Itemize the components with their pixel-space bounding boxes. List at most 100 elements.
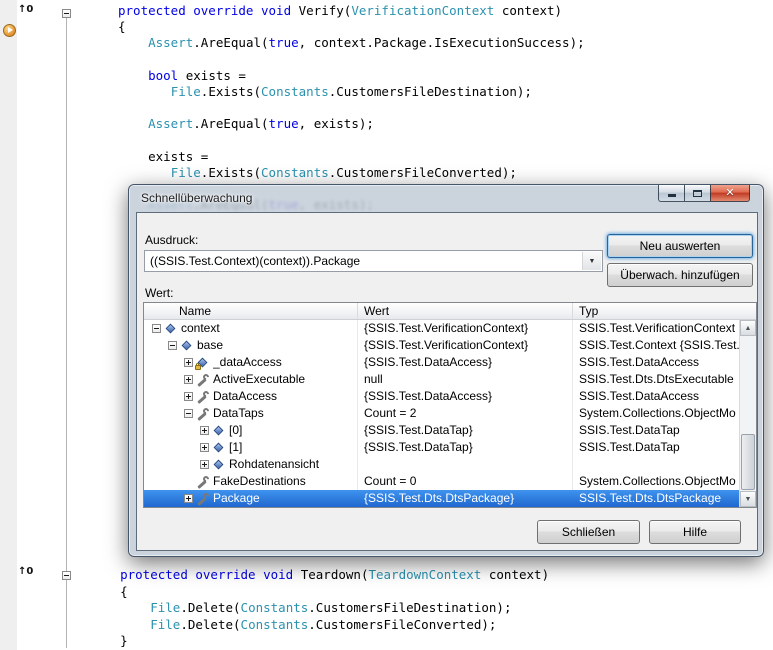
expander-icon[interactable] (200, 460, 209, 469)
minimize-button[interactable] (658, 185, 684, 202)
row-type: System.Collections.ObjectMo (579, 406, 736, 420)
row-name: base (197, 338, 224, 352)
dialog-client-area: Ausdruck: ((SSIS.Test.Context)(context))… (136, 212, 758, 551)
help-button[interactable]: Hilfe (649, 520, 741, 544)
code-line[interactable]: Assert.AreEqual(true, context.Package.Is… (118, 35, 585, 51)
row-type: SSIS.Test.Dts.DtsPackage (579, 491, 722, 505)
code-line[interactable] (118, 52, 585, 68)
scroll-up-button[interactable]: ▲ (740, 320, 756, 336)
code-line[interactable]: { (90, 584, 549, 601)
window-buttons: ✕ (658, 185, 750, 202)
row-value: Count = 0 (358, 473, 573, 490)
code-line[interactable]: protected override void Teardown(Teardow… (90, 567, 549, 584)
margin-badge: ↑0 (18, 566, 34, 577)
code-line[interactable]: { (118, 19, 585, 35)
breakpoint-icon[interactable] (3, 24, 16, 37)
expander-icon[interactable] (184, 494, 193, 503)
expander-icon[interactable] (184, 392, 193, 401)
expression-combobox[interactable]: ((SSIS.Test.Context)(context)).Package ▼ (144, 250, 603, 272)
code-line[interactable] (118, 100, 585, 116)
dialog-close-button[interactable]: Schließen (537, 520, 640, 544)
fold-guide-line (66, 18, 67, 648)
grid-body[interactable]: context {SSIS.Test.VerificationContext} SS… (144, 320, 739, 507)
expander-icon[interactable] (152, 324, 161, 333)
row-name: [1] (229, 440, 243, 454)
row-value (358, 456, 573, 473)
watch-row[interactable]: Rohdatenansicht (144, 456, 739, 473)
scrollbar[interactable]: ▲ ▼ (739, 320, 756, 507)
expander-icon[interactable] (184, 409, 193, 418)
row-type: SSIS.Test.DataAccess (579, 355, 700, 369)
expression-label: Ausdruck: (145, 233, 199, 247)
breakpoint-margin[interactable] (0, 0, 17, 650)
watch-row[interactable]: FakeDestinations Count = 0 System.Collecti… (144, 473, 739, 490)
code-line[interactable]: exists = (118, 149, 585, 165)
property-icon (197, 391, 209, 403)
expander-icon[interactable] (200, 426, 209, 435)
row-type: SSIS.Test.DataTap (579, 423, 680, 437)
code-line[interactable]: protected override void Verify(Verificat… (118, 3, 585, 19)
column-header-name[interactable]: Name (144, 303, 358, 319)
code-line[interactable]: File.Delete(Constants.CustomersFileConve… (90, 617, 549, 634)
field-icon (165, 323, 177, 335)
close-icon: ✕ (725, 186, 735, 199)
field-icon (181, 340, 193, 352)
scroll-down-button[interactable]: ▼ (740, 491, 756, 507)
expander-icon[interactable] (184, 375, 193, 384)
column-header-wert[interactable]: Wert (358, 303, 573, 319)
code-editor-top[interactable]: protected override void Verify(Verificat… (118, 3, 585, 213)
margin-badge: ↑0 (18, 4, 34, 15)
watch-row[interactable]: [1] {SSIS.Test.DataTap} SSIS.Test.DataTap (144, 439, 739, 456)
watch-row[interactable]: DataTaps Count = 2 System.Collections.Obje… (144, 405, 739, 422)
row-value: {SSIS.Test.DataAccess} (358, 388, 573, 405)
expression-value[interactable]: ((SSIS.Test.Context)(context)).Package (145, 251, 602, 271)
fold-toggle-icon[interactable] (62, 571, 71, 580)
watch-row[interactable]: DataAccess {SSIS.Test.DataAccess} SSIS.Tes… (144, 388, 739, 405)
expander-icon[interactable] (168, 341, 177, 350)
dialog-titlebar[interactable]: Schnellüberwachung ✕ (129, 185, 763, 212)
expander-icon[interactable] (200, 443, 209, 452)
maximize-icon (693, 190, 702, 197)
watch-row[interactable]: ActiveExecutable null SSIS.Test.Dts.DtsExe… (144, 371, 739, 388)
code-line[interactable]: File.Exists(Constants.CustomersFileDesti… (118, 84, 585, 100)
column-header-typ[interactable]: Typ (573, 303, 756, 319)
row-type: System.Collections.ObjectMo (579, 474, 736, 488)
field-icon (195, 357, 209, 370)
code-line[interactable]: Assert.AreEqual(true, exists); (118, 116, 585, 132)
code-line[interactable] (118, 133, 585, 149)
field-icon (213, 425, 225, 437)
row-value: {SSIS.Test.VerificationContext} (358, 320, 573, 337)
code-line[interactable]: File.Delete(Constants.CustomersFileDesti… (90, 600, 549, 617)
row-value: {SSIS.Test.VerificationContext} (358, 337, 573, 354)
quickwatch-dialog: Schnellüberwachung ✕ Ausdruck: ((SSIS.Te… (128, 184, 764, 557)
watch-row[interactable]: Package {SSIS.Test.Dts.DtsPackage} SSIS.Te… (144, 490, 739, 507)
watch-row[interactable]: base {SSIS.Test.VerificationContext} SSIS.… (144, 337, 739, 354)
add-watch-button[interactable]: Überwach. hinzufügen (607, 263, 753, 287)
row-type: SSIS.Test.Context {SSIS.Test.Ve (579, 338, 739, 352)
row-name: _dataAccess (213, 355, 282, 369)
watch-row[interactable]: context {SSIS.Test.VerificationContext} SS… (144, 320, 739, 337)
combo-dropdown-button[interactable]: ▼ (582, 252, 601, 270)
editor-screen: ↑0 ↑0 protected override void Verify(Ver… (0, 0, 773, 650)
expander-icon[interactable] (184, 358, 193, 367)
row-value: null (358, 371, 573, 388)
reevaluate-button[interactable]: Neu auswerten (607, 234, 753, 258)
row-value: {SSIS.Test.DataTap} (358, 422, 573, 439)
watch-row[interactable]: [0] {SSIS.Test.DataTap} SSIS.Test.DataTap (144, 422, 739, 439)
row-type: SSIS.Test.VerificationContext (579, 321, 736, 335)
code-line[interactable]: } (90, 633, 549, 650)
close-button[interactable]: ✕ (710, 185, 750, 202)
watch-row[interactable]: _dataAccess {SSIS.Test.DataAccess} SSIS.Te… (144, 354, 739, 371)
row-value: Count = 2 (358, 405, 573, 422)
code-line[interactable]: bool exists = (118, 68, 585, 84)
row-type (573, 456, 739, 473)
maximize-button[interactable] (684, 185, 710, 202)
lock-icon (195, 362, 201, 370)
scroll-thumb[interactable] (741, 434, 755, 490)
fold-toggle-icon[interactable] (62, 9, 71, 18)
watch-grid: Name Wert Typ context {SSIS.Test.Verificati… (143, 302, 757, 508)
grid-header: Name Wert Typ (144, 303, 756, 320)
code-line[interactable]: File.Exists(Constants.CustomersFileConve… (118, 165, 585, 181)
property-icon (197, 493, 209, 505)
row-value: {SSIS.Test.DataAccess} (358, 354, 573, 371)
